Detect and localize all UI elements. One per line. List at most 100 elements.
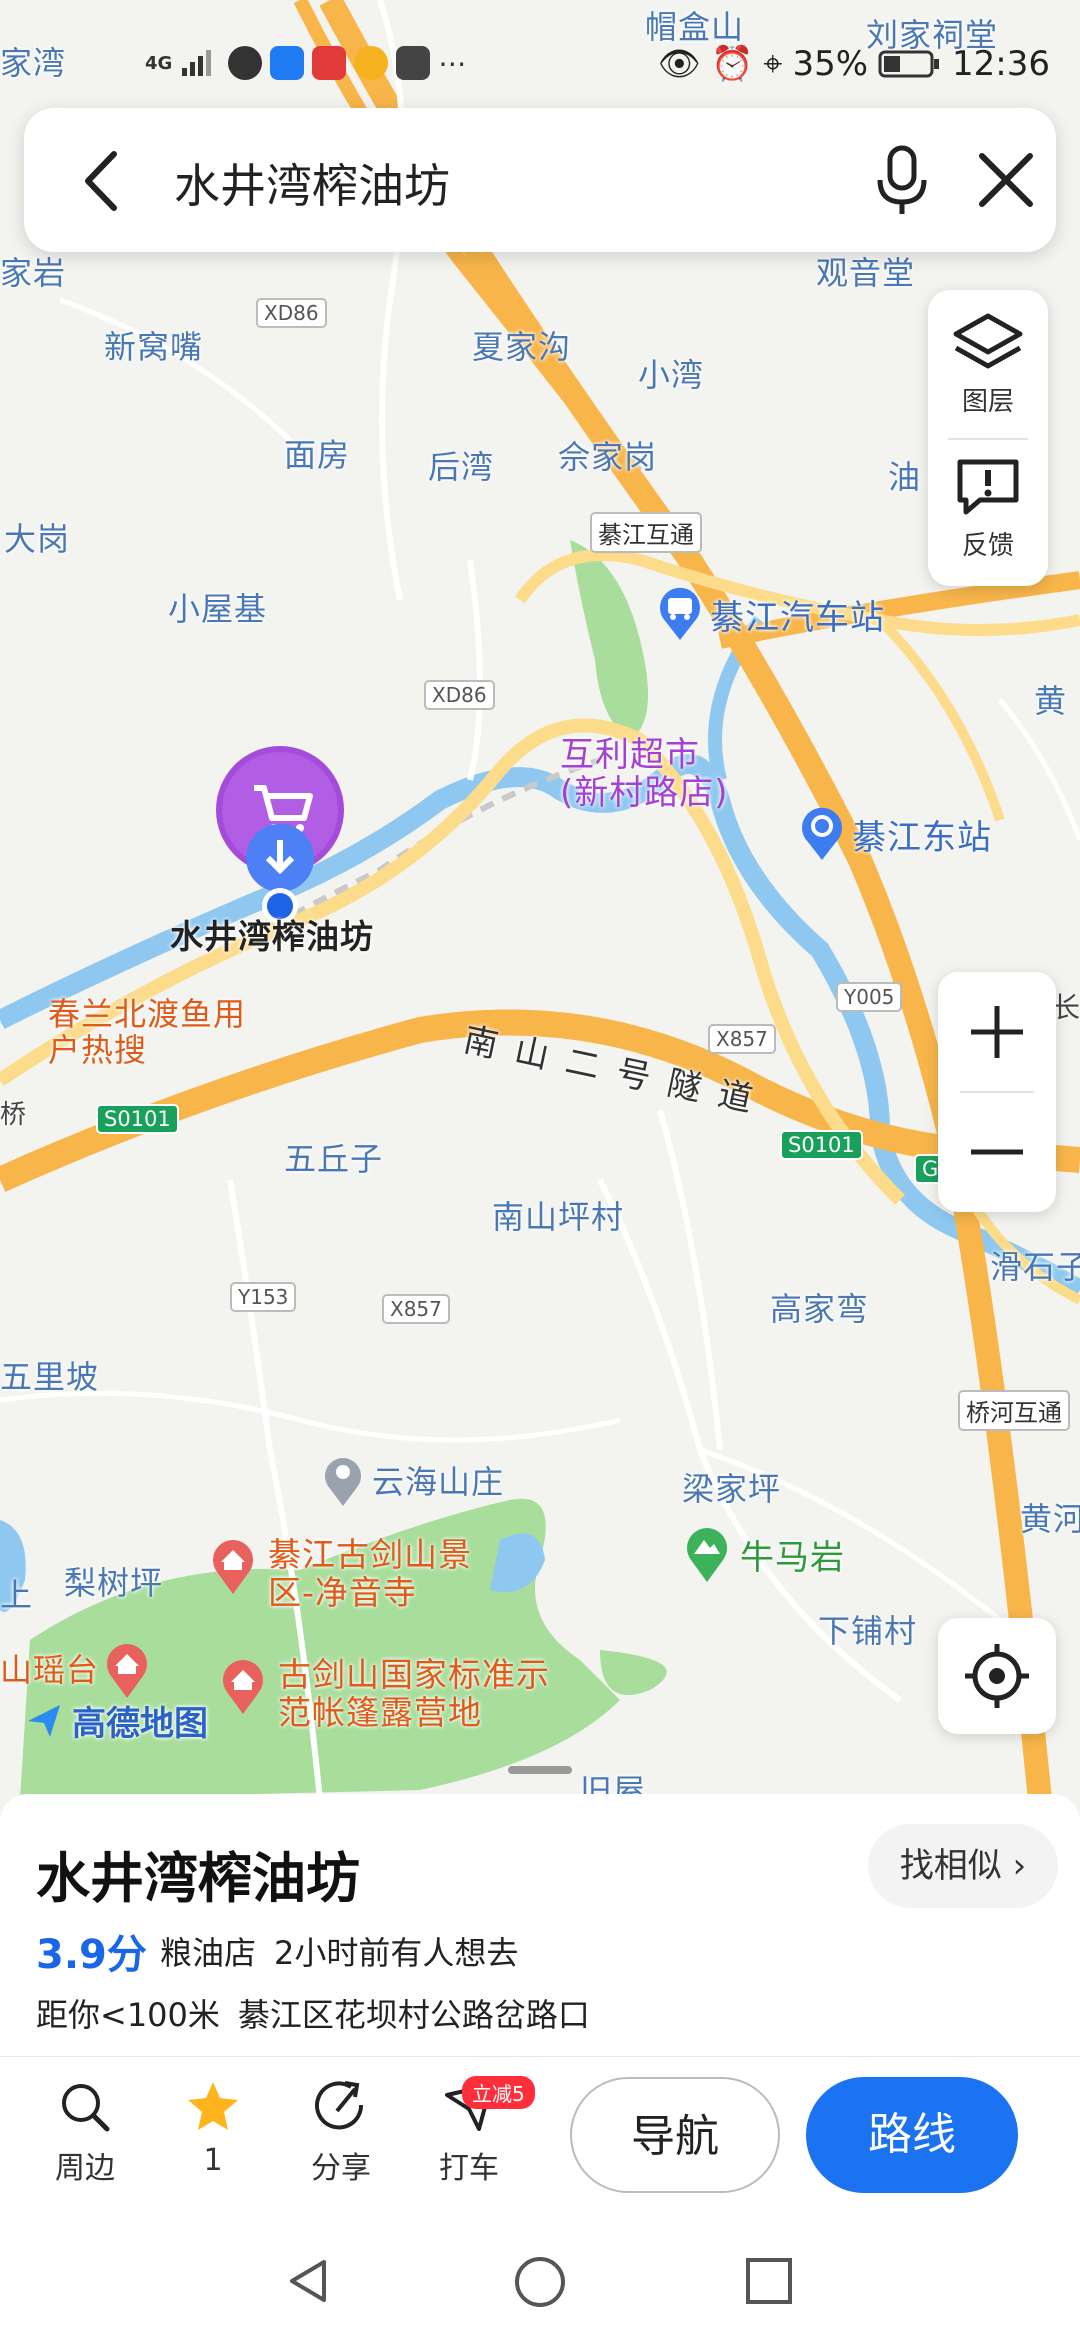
system-home-icon[interactable] [512, 2254, 568, 2310]
signal-icon [182, 50, 212, 76]
road-shield: XD86 [256, 298, 327, 328]
app-icon [396, 46, 431, 80]
map-label: 佘家岗 [558, 438, 658, 476]
distance: 距你<100米 [36, 1996, 220, 2034]
battery-icon [878, 50, 940, 78]
app-icon [312, 46, 347, 80]
panel-drag-handle[interactable] [508, 1766, 572, 1774]
map-label: 夏家沟 [472, 328, 572, 366]
road-shield: X857 [382, 1294, 450, 1324]
rating: 3.9分 [36, 1932, 147, 1978]
crosshair-icon [965, 1644, 1029, 1708]
train-station-icon [802, 807, 842, 860]
category: 粮油店 [160, 1934, 257, 1972]
map-label: 小湾 [638, 356, 705, 394]
map-label: 滑石子 [990, 1248, 1080, 1286]
location-icon: ⌖ [763, 44, 783, 84]
poi-temple[interactable]: 綦江古剑山景区-净音寺 [208, 1536, 518, 1612]
map-label: 后湾 [428, 448, 495, 486]
map-label: 面房 [284, 436, 351, 474]
map-label: 桥 [0, 1100, 28, 1130]
microphone-icon[interactable] [862, 140, 942, 220]
map-label: 南山坪村 [492, 1198, 625, 1236]
map-label: 长 [1052, 991, 1080, 1024]
map-logo: 高德地图 [24, 1696, 208, 1745]
share-icon [315, 2081, 364, 2130]
map-label: 五里坡 [0, 1358, 100, 1396]
search-bar[interactable]: 水井湾榨油坊 [24, 108, 1056, 252]
find-similar-button[interactable]: 找相似 › [868, 1824, 1058, 1908]
status-right: 👁 ⏰ ⌖ 35% 12:36 [658, 44, 1050, 84]
taxi-discount-badge: 立减5 [462, 2076, 535, 2109]
map-base-graphics [0, 0, 1080, 1800]
road-shield: Y005 [836, 982, 903, 1012]
feedback-label: 反馈 [961, 531, 1014, 561]
system-back-icon[interactable] [284, 2256, 334, 2306]
map-label: 新窝嘴 [104, 328, 204, 366]
map-label: 梁家坪 [682, 1470, 782, 1508]
poi-supermarket-label[interactable]: 互利超市(新村路店) [560, 736, 730, 812]
favorite-button[interactable]: 1 [158, 2077, 268, 2178]
back-arrow-icon[interactable] [74, 146, 134, 216]
layers-label: 图层 [961, 387, 1014, 417]
poi-bus-station[interactable]: 綦江汽车站 [656, 586, 885, 642]
scenic-spot-icon[interactable] [102, 1640, 152, 1704]
place-meta: 粮油店 2小时前有人想去 [160, 1928, 518, 1974]
poi-camp[interactable]: 古剑山国家标准示范帐篷露营地 [218, 1656, 578, 1732]
map-label: 小屋基 [168, 590, 268, 628]
selected-place-pin[interactable] [212, 746, 348, 930]
favorite-count: 1 [203, 2143, 223, 2178]
interchange-label[interactable]: 綦江互通 [590, 512, 702, 553]
map-view[interactable]: 帽盒山 刘家祠堂 家湾 家岩 观音堂 新窝嘴 夏家沟 小湾 面房 后湾 佘家岗 … [0, 0, 1080, 1800]
share-button[interactable]: 分享 [286, 2077, 396, 2187]
map-label: 家岩 [0, 254, 67, 292]
star-icon [188, 2082, 238, 2130]
alarm-icon: ⏰ [710, 44, 754, 84]
system-recents-icon[interactable] [744, 2256, 794, 2306]
map-label: 黄河 [1020, 1500, 1080, 1538]
poi-train-station[interactable]: 綦江东站 [798, 806, 992, 862]
mountain-icon [687, 1528, 727, 1582]
share-label: 分享 [311, 2151, 371, 2186]
interchange-label[interactable]: 桥河互通 [958, 1390, 1070, 1431]
nearby-button[interactable]: 周边 [30, 2077, 140, 2187]
poi-hot-search-label[interactable]: 春兰北渡鱼用户热搜 [48, 996, 248, 1068]
road-shield: X857 [708, 1024, 776, 1054]
map-label: 高家弯 [770, 1290, 870, 1328]
divider [948, 438, 1028, 440]
locate-me-button[interactable] [938, 1618, 1056, 1734]
app-icon [228, 46, 263, 80]
poi-niumayan[interactable]: 牛马岩 [682, 1524, 845, 1584]
logo-text: 高德地图 [72, 1704, 208, 1744]
navigate-button[interactable]: 导航 [570, 2077, 780, 2193]
battery-percent: 35% [792, 44, 869, 84]
place-address-row: 距你<100米 綦江区花坝村公路岔路口 [36, 1990, 590, 2036]
layers-button[interactable]: 图层 [928, 310, 1048, 418]
zoom-out-button[interactable] [938, 1092, 1056, 1210]
action-bar: 周边 1 分享 打车 导航 路线 [0, 2056, 1080, 2217]
feedback-button[interactable]: 反馈 [928, 454, 1048, 562]
shop-pin-icon [216, 746, 344, 924]
app-icon [354, 46, 389, 80]
location-marker-icon [325, 1458, 361, 1506]
zoom-in-button[interactable] [938, 972, 1056, 1090]
map-label: 下铺村 [818, 1612, 918, 1650]
network-type: 4G [145, 52, 173, 74]
search-query[interactable]: 水井湾榨油坊 [174, 150, 450, 216]
map-label: 五丘子 [284, 1140, 384, 1178]
road-shield: Y153 [230, 1282, 297, 1312]
route-button[interactable]: 路线 [806, 2077, 1018, 2193]
plus-icon [971, 1006, 1023, 1058]
map-label: 黄 [1034, 682, 1068, 720]
place-detail-panel[interactable]: 水井湾榨油坊 找相似 › 3.9分 粮油店 2小时前有人想去 距你<100米 綦… [0, 1794, 1080, 2056]
map-label: 梨树坪 [64, 1564, 164, 1602]
poi-label: 綦江汽车站 [710, 597, 885, 638]
poi-yunhai[interactable]: 云海山庄 [320, 1452, 504, 1508]
chevron-right-icon: › [1012, 1846, 1027, 1886]
map-label: 大岗 [4, 520, 71, 558]
minus-icon [971, 1149, 1023, 1155]
zoom-controls [938, 972, 1056, 1212]
eye-icon: 👁 [657, 44, 701, 84]
close-icon[interactable] [970, 144, 1042, 216]
map-label: 油 [888, 458, 922, 496]
